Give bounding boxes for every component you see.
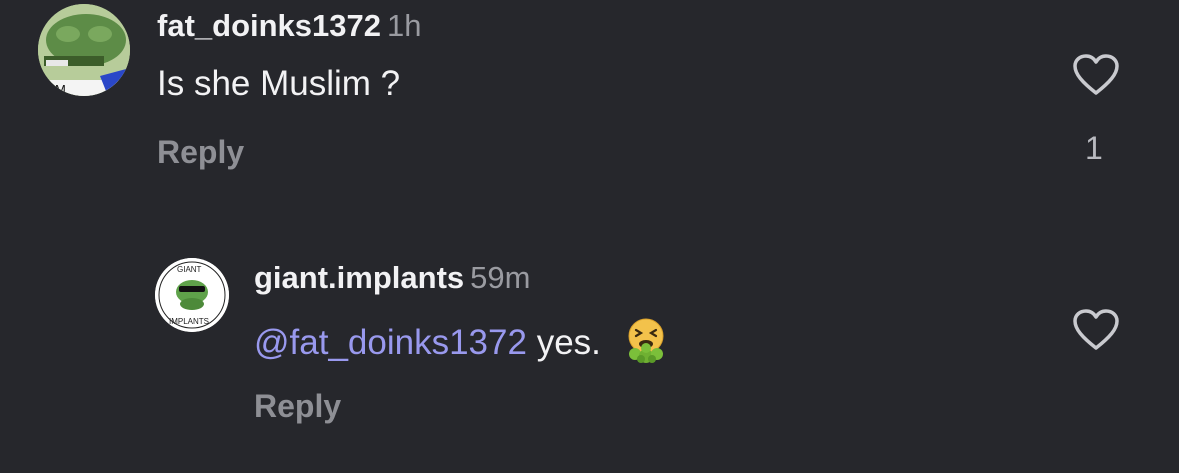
like-count: 1	[1085, 130, 1103, 166]
avatar[interactable]: IUM	[38, 4, 130, 96]
comment-text-content: yes.	[536, 322, 601, 362]
avatar[interactable]: GIANT IMPLANTS	[155, 258, 229, 332]
avatar-text-bottom: IMPLANTS	[169, 317, 209, 326]
timestamp: 59m	[470, 260, 531, 295]
like-button[interactable]	[1072, 53, 1120, 97]
comment-text: Is she Muslim ?	[157, 64, 401, 103]
username[interactable]: giant.implants	[254, 260, 464, 295]
like-button[interactable]	[1072, 308, 1120, 352]
comment-header: fat_doinks1372 1h	[157, 8, 421, 44]
avatar-text: IUM	[42, 82, 66, 96]
username[interactable]: fat_doinks1372	[157, 8, 381, 43]
heart-icon	[1073, 54, 1119, 95]
heart-icon	[1073, 309, 1119, 350]
comment-header: giant.implants 59m	[254, 260, 530, 296]
reply-button[interactable]: Reply	[254, 388, 341, 425]
timestamp: 1h	[387, 8, 422, 43]
mention-link[interactable]: @fat_doinks1372	[254, 323, 527, 362]
comment: IUM fat_doinks1372 1h Is she Muslim ? Rep…	[0, 0, 1179, 200]
reply-button[interactable]: Reply	[157, 134, 244, 171]
giant-implants-avatar-icon: GIANT IMPLANTS	[155, 258, 229, 332]
nauseated-vomiting-face-icon	[621, 316, 671, 373]
comment-text: @fat_doinks1372 yes.	[254, 316, 671, 373]
avatar-text-top: GIANT	[177, 265, 202, 274]
pepe-avatar-icon: IUM	[38, 4, 130, 96]
reply-comment: GIANT IMPLANTS giant.implants 59m @fat_do…	[0, 240, 1179, 473]
